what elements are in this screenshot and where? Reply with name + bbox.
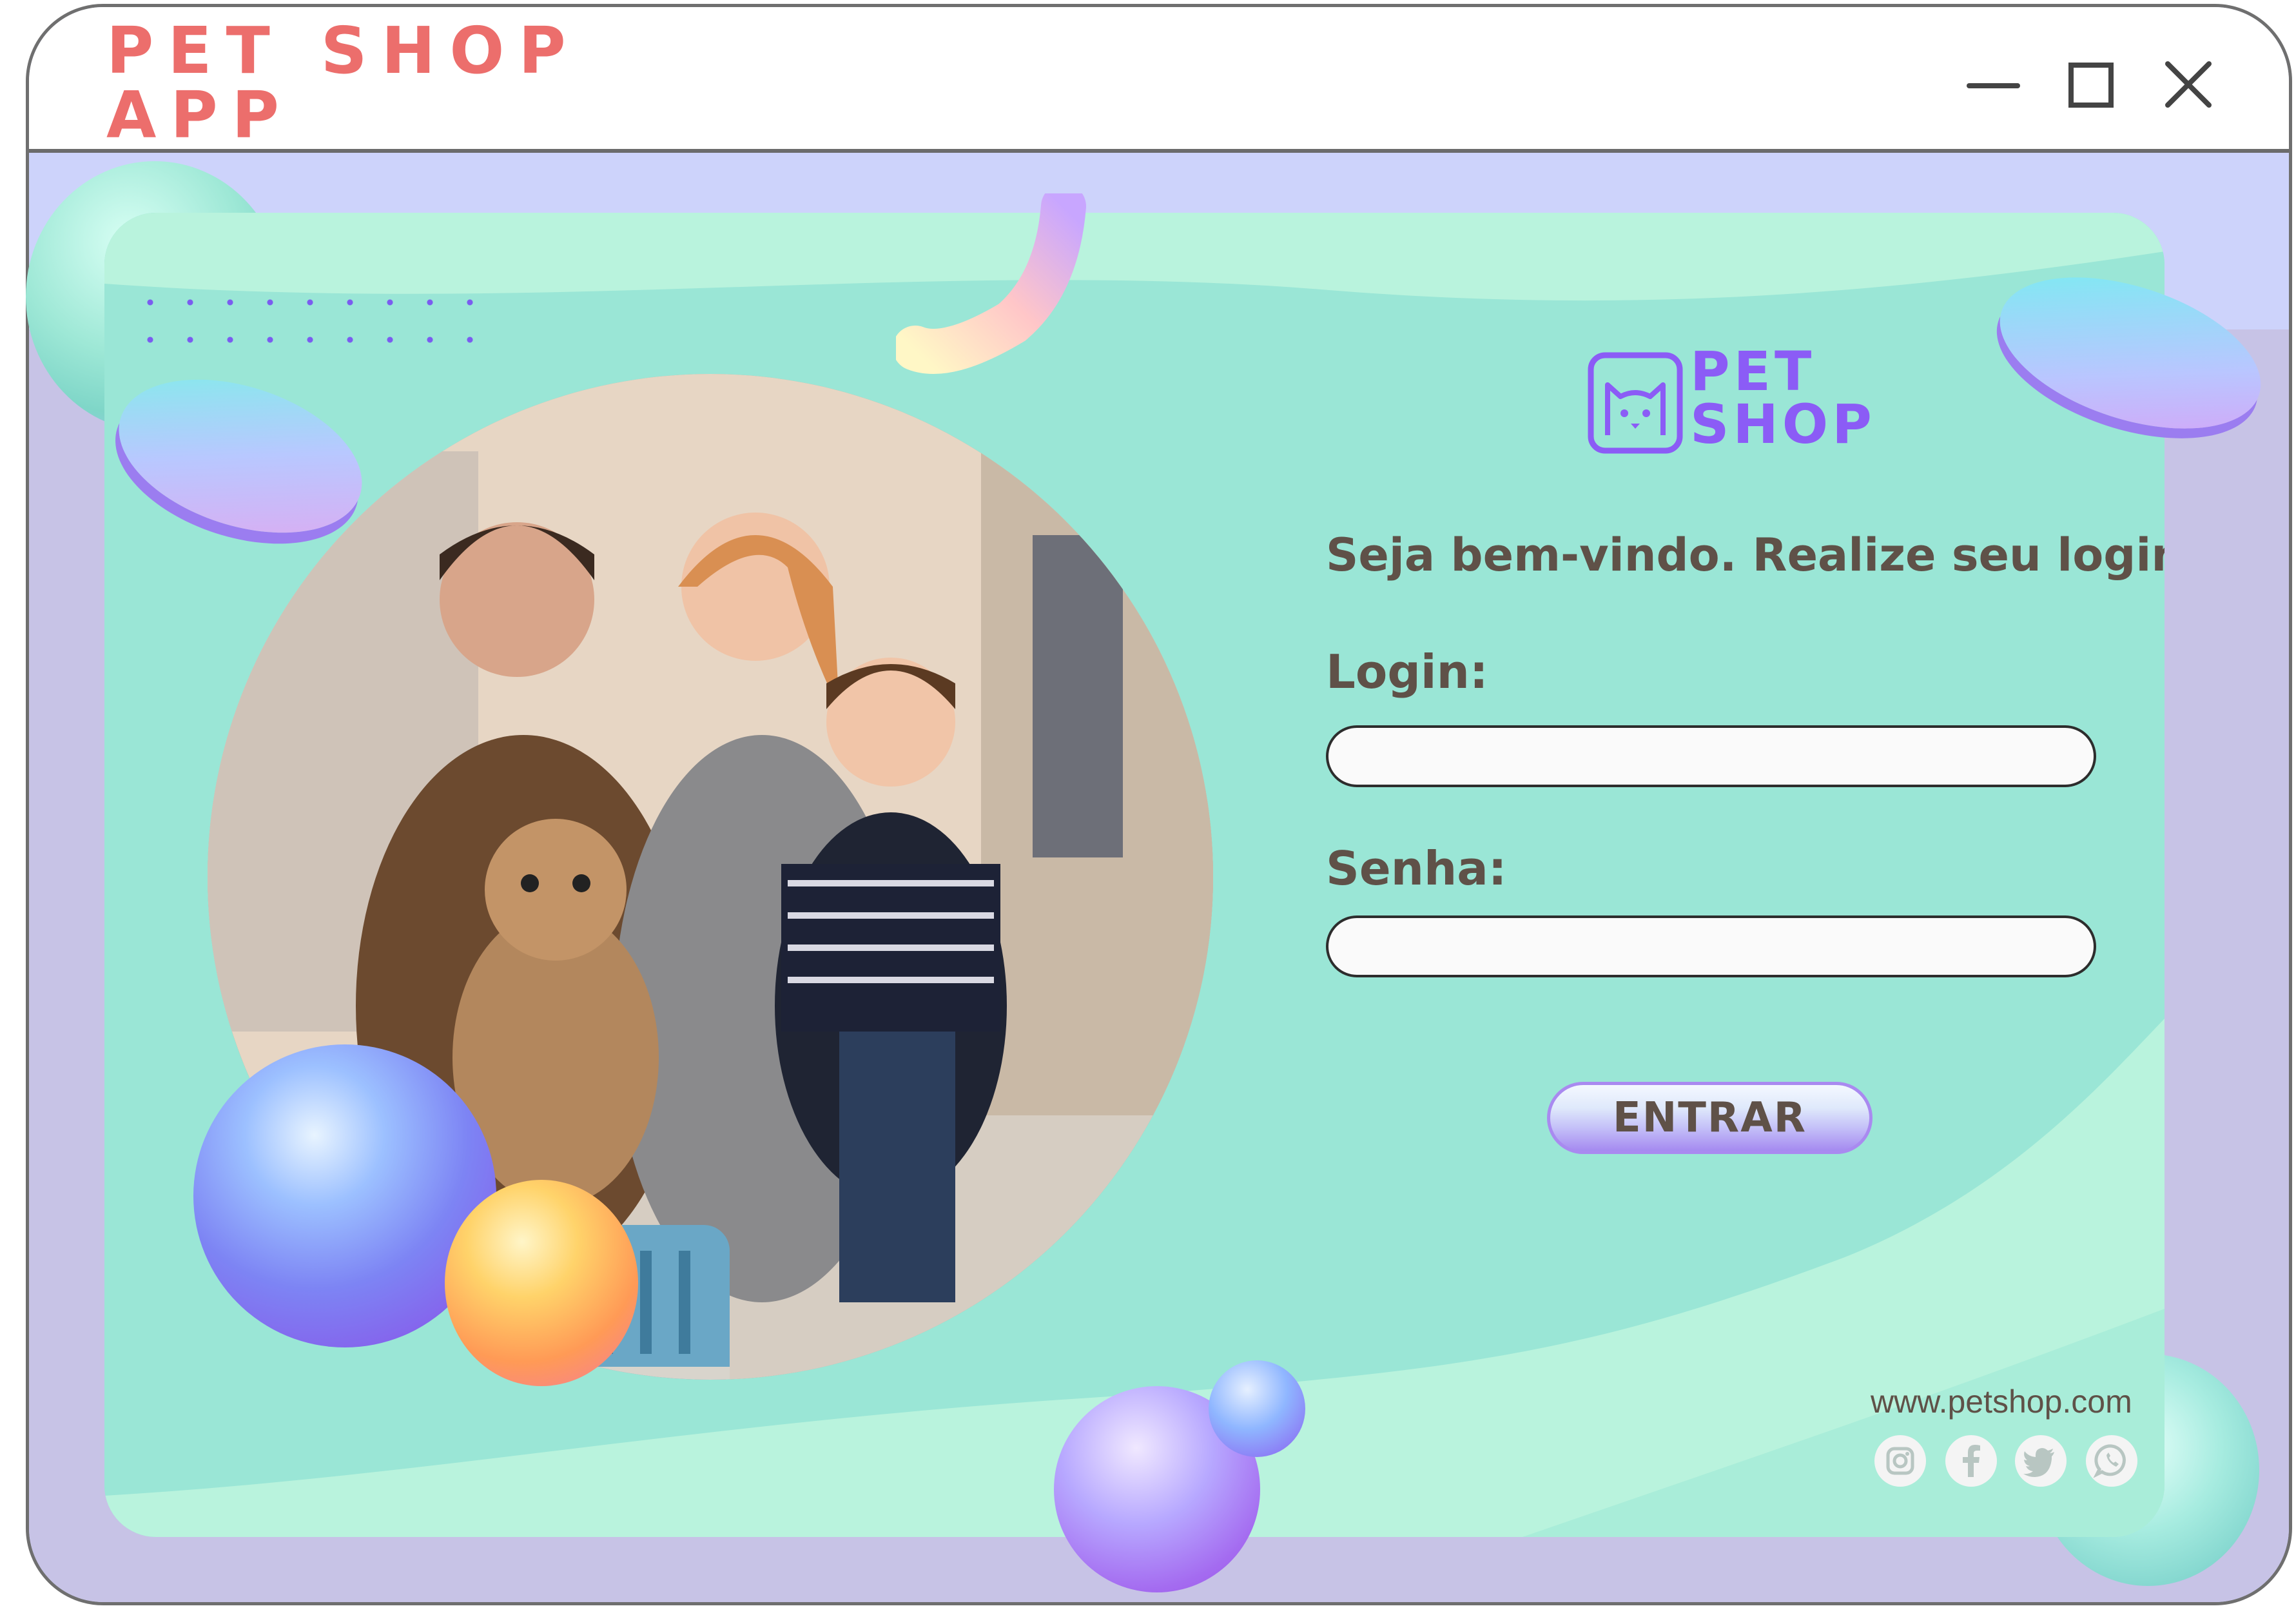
login-input[interactable] (1326, 725, 2096, 787)
login-button[interactable]: ENTRAR (1547, 1082, 1873, 1154)
minimize-icon (1967, 83, 2020, 88)
minimize-button[interactable] (1963, 52, 2027, 117)
decorative-sphere (1209, 1360, 1305, 1457)
cat-face-icon (1588, 352, 1683, 454)
instagram-button[interactable] (1874, 1434, 1927, 1487)
app-title: PET SHOP APP (106, 13, 580, 153)
instagram-icon (1874, 1435, 1926, 1487)
close-button[interactable] (2156, 52, 2221, 117)
title-bar: PET SHOP APP (29, 7, 2289, 153)
twitter-button[interactable] (2014, 1434, 2067, 1487)
brand-line1: PET (1690, 340, 1816, 403)
facebook-icon (1945, 1435, 1997, 1487)
maximize-icon (2068, 63, 2114, 108)
facebook-button[interactable] (1945, 1434, 1998, 1487)
password-label: Senha: (1326, 841, 1507, 896)
dot-pattern (130, 284, 478, 367)
whatsapp-icon (2086, 1435, 2137, 1487)
brand-line2: SHOP (1690, 393, 1876, 456)
twitter-icon (2015, 1435, 2067, 1487)
decorative-sphere (445, 1180, 638, 1386)
whatsapp-button[interactable] (2085, 1434, 2138, 1487)
maximize-button[interactable] (2059, 52, 2124, 117)
brand-logo: PET SHOP (1587, 340, 1883, 461)
welcome-text: Seja bem-vindo. Realize seu login: (1326, 529, 2165, 582)
brand-name: PET SHOP (1690, 340, 1876, 456)
close-icon (2165, 61, 2212, 108)
website-link[interactable]: www.petshop.com (1871, 1383, 2132, 1420)
login-label: Login: (1326, 645, 1488, 699)
password-input[interactable] (1326, 915, 2096, 977)
login-card: PET SHOP Seja bem-vindo. Realize seu log… (104, 213, 2165, 1537)
decorative-arc (896, 193, 1086, 374)
